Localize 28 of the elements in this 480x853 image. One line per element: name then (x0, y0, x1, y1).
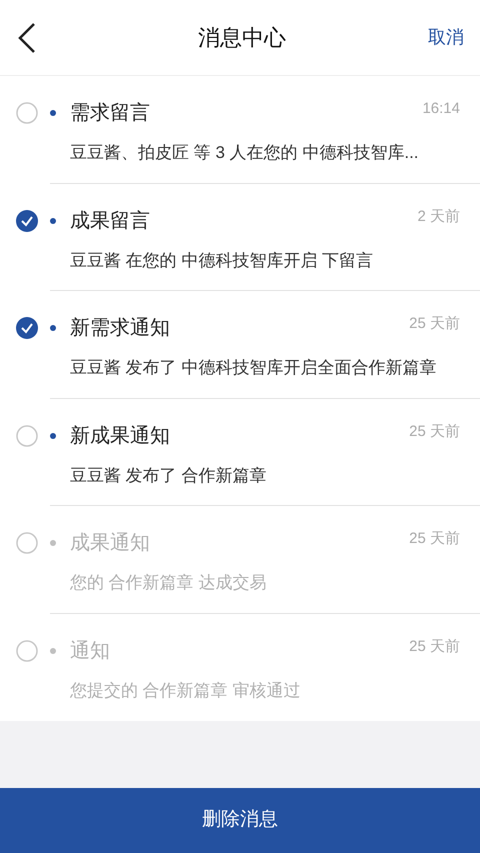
message-preview: 豆豆酱 发布了 合作新篇章 (70, 464, 268, 486)
message-time: 25 天前 (409, 529, 460, 549)
message-title: 新需求通知 (70, 316, 170, 341)
cancel-button[interactable]: 取消 (428, 24, 464, 51)
message-time: 25 天前 (409, 314, 460, 334)
message-title: 通知 (70, 638, 110, 664)
page-title: 消息中心 (198, 24, 286, 52)
message-time: 2 天前 (417, 206, 460, 226)
checkbox[interactable] (16, 317, 38, 339)
message-title: 需求留言 (70, 101, 150, 126)
message-time: 16:14 (422, 99, 460, 119)
delete-button[interactable]: 删除消息 (0, 788, 480, 853)
message-preview: 您提交的 合作新篇章 审核通过 (70, 680, 302, 702)
checkbox[interactable] (16, 532, 38, 554)
message-time: 25 天前 (409, 422, 460, 442)
checkbox[interactable] (16, 210, 38, 232)
checkbox[interactable] (16, 640, 38, 662)
message-preview: 您的 合作新篇章 达成交易 (70, 572, 268, 594)
checkbox[interactable] (16, 102, 38, 124)
back-icon (16, 22, 36, 54)
checkbox[interactable] (16, 424, 38, 446)
message-preview: 豆豆酱 在您的 中德科技智库开启 下留言 (70, 250, 374, 272)
message-title: 成果通知 (70, 531, 150, 556)
message-preview: 豆豆酱 发布了 中德科技智库开启全面合作新篇章 (70, 357, 438, 379)
message-time: 25 天前 (409, 636, 460, 656)
message-title: 新成果通知 (70, 424, 170, 448)
message-preview: 豆豆酱、拍皮匠 等 3 人在您的 中德科技智库... (70, 142, 420, 164)
message-title: 成果留言 (70, 208, 150, 234)
